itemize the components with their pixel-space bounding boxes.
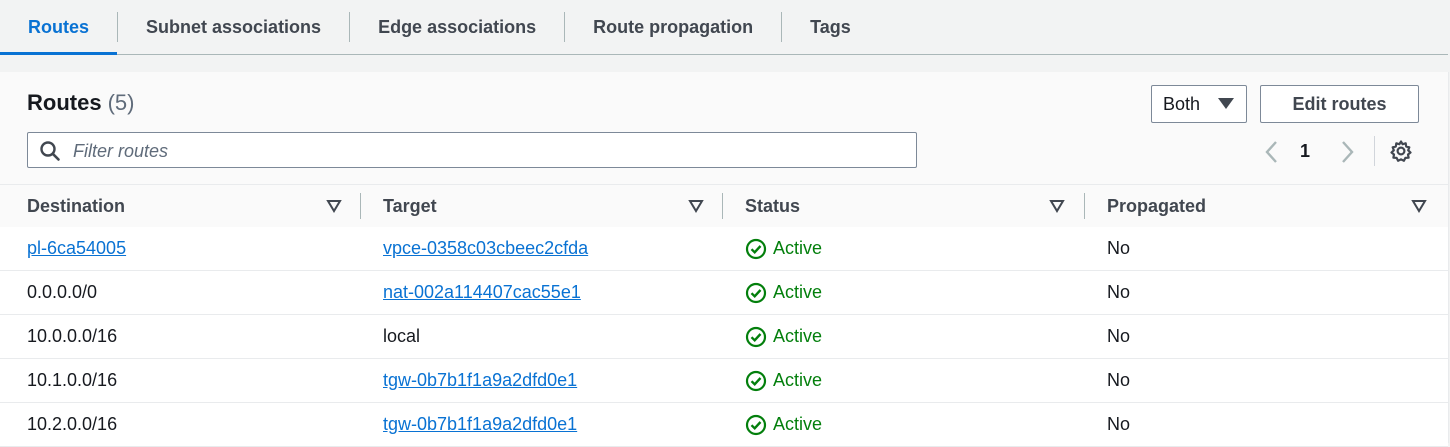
check-circle-icon <box>745 326 767 347</box>
check-circle-icon <box>745 238 767 259</box>
status-cell: Active <box>745 403 822 446</box>
destination-text: 0.0.0.0/0 <box>27 282 98 302</box>
column-resizer[interactable] <box>1084 193 1085 219</box>
target-link[interactable]: tgw-0b7b1f1a9a2dfd0e1 <box>383 370 577 391</box>
edit-routes-button[interactable]: Edit routes <box>1260 85 1419 123</box>
tab-routes[interactable]: Routes <box>0 0 118 55</box>
routes-count: (5) <box>107 90 135 115</box>
table-row: 10.0.0.0/16 local Active No <box>0 315 1448 359</box>
page-title: Routes (5) <box>27 90 134 116</box>
column-header-status[interactable]: Status <box>745 185 800 228</box>
destination-text: 10.2.0.0/16 <box>27 414 118 434</box>
table-row: 10.2.0.0/16 tgw-0b7b1f1a9a2dfd0e1 Active… <box>0 403 1448 447</box>
target-link[interactable]: tgw-0b7b1f1a9a2dfd0e1 <box>383 414 577 435</box>
sort-triangle-icon[interactable] <box>1411 199 1427 213</box>
table-row: 10.1.0.0/16 tgw-0b7b1f1a9a2dfd0e1 Active… <box>0 359 1448 403</box>
pagination-divider <box>1374 136 1375 166</box>
propagation-filter-select[interactable]: Both <box>1151 85 1247 123</box>
table-body: pl-6ca54005 vpce-0358c03cbeec2cfda Activ… <box>0 227 1448 447</box>
chevron-left-icon[interactable] <box>1262 139 1282 165</box>
chevron-right-icon[interactable] <box>1337 139 1357 165</box>
sort-triangle-icon[interactable] <box>1049 199 1065 213</box>
filter-routes-field[interactable] <box>27 132 917 168</box>
tab-edge-associations[interactable]: Edge associations <box>350 0 564 54</box>
search-icon <box>40 141 60 161</box>
column-header-destination[interactable]: Destination <box>27 185 125 228</box>
propagated-cell: No <box>1107 326 1131 346</box>
status-text: Active <box>773 370 823 390</box>
destination-link[interactable]: pl-6ca54005 <box>27 238 126 259</box>
tab-bar: Routes Subnet associations Edge associat… <box>0 0 1448 55</box>
target-text: local <box>383 326 421 346</box>
check-circle-icon <box>745 282 767 303</box>
status-cell: Active <box>745 359 822 402</box>
column-header-target[interactable]: Target <box>383 185 437 228</box>
status-text: Active <box>773 326 823 346</box>
routes-panel: Routes(5) Both Edit routes 1 Destination… <box>0 72 1449 447</box>
destination-text: 10.1.0.0/16 <box>27 370 118 390</box>
search-input[interactable] <box>71 137 895 165</box>
check-circle-icon <box>745 414 767 435</box>
caret-down-icon <box>1218 98 1234 109</box>
propagated-cell: No <box>1107 238 1131 258</box>
status-cell: Active <box>745 227 822 270</box>
column-header-propagated[interactable]: Propagated <box>1107 185 1206 228</box>
target-link[interactable]: nat-002a114407cac55e1 <box>383 282 581 303</box>
column-resizer[interactable] <box>360 193 361 219</box>
select-value: Both <box>1163 93 1201 114</box>
routes-heading: Routes <box>27 90 102 115</box>
gear-icon[interactable] <box>1389 139 1413 163</box>
column-resizer[interactable] <box>722 193 723 219</box>
table-row: 0.0.0.0/0 nat-002a114407cac55e1 Active N… <box>0 271 1448 315</box>
status-text: Active <box>773 282 823 302</box>
status-cell: Active <box>745 315 822 358</box>
propagated-cell: No <box>1107 414 1131 434</box>
table-header: Destination Target Status Propagated <box>0 184 1448 229</box>
tab-tags[interactable]: Tags <box>782 0 879 54</box>
check-circle-icon <box>745 370 767 391</box>
tab-route-propagation[interactable]: Route propagation <box>565 0 781 54</box>
status-cell: Active <box>745 271 822 314</box>
sort-triangle-icon[interactable] <box>688 199 704 213</box>
propagated-cell: No <box>1107 370 1131 390</box>
destination-text: 10.0.0.0/16 <box>27 326 118 346</box>
tab-subnet-associations[interactable]: Subnet associations <box>118 0 349 54</box>
table-row: pl-6ca54005 vpce-0358c03cbeec2cfda Activ… <box>0 227 1448 271</box>
status-text: Active <box>773 238 823 258</box>
target-link[interactable]: vpce-0358c03cbeec2cfda <box>383 238 588 259</box>
pagination-current-page[interactable]: 1 <box>1300 141 1310 162</box>
sort-triangle-icon[interactable] <box>326 199 342 213</box>
propagated-cell: No <box>1107 282 1131 302</box>
status-text: Active <box>773 414 823 434</box>
